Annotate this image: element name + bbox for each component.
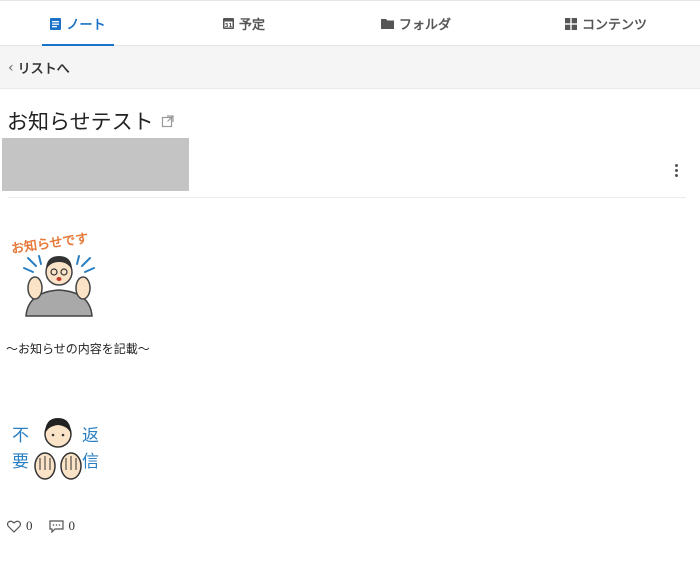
folder-icon xyxy=(380,19,394,29)
like-count: 0 xyxy=(26,518,33,533)
tab-note-label: ノート xyxy=(66,18,106,33)
post-header: お知らせテスト xyxy=(7,106,175,136)
tab-bar: ノート 31 予定 フォルダ コンテンツ xyxy=(0,0,700,46)
tab-contents-label: コンテンツ xyxy=(581,18,647,33)
illustration-char: 不 xyxy=(12,426,29,446)
tab-folder-label: フォルダ xyxy=(398,18,451,33)
author-info-placeholder xyxy=(2,138,189,191)
illustration-char: 要 xyxy=(12,452,29,472)
post-title: お知らせテスト xyxy=(7,110,154,134)
kebab-menu-icon[interactable] xyxy=(668,160,684,180)
tab-folder[interactable]: フォルダ xyxy=(374,1,458,46)
back-bar: ‹ リストへ xyxy=(0,46,700,89)
like-button[interactable]: 0 xyxy=(7,518,33,534)
post-body: 〜お知らせの内容を記載〜 xyxy=(6,342,150,356)
tab-contents[interactable]: コンテンツ xyxy=(558,1,654,46)
reactions-bar: 0 0 xyxy=(7,518,75,534)
illustration-char: 信 xyxy=(82,452,99,472)
announcement-illustration: お知らせです xyxy=(10,230,95,317)
calendar-icon: 31 xyxy=(222,18,234,29)
svg-text:31: 31 xyxy=(225,23,233,29)
comment-icon xyxy=(48,519,64,533)
comment-button[interactable]: 0 xyxy=(48,518,76,534)
illustration-char: 返 xyxy=(82,426,99,446)
note-icon xyxy=(50,17,62,30)
grid-icon xyxy=(564,17,577,30)
external-link-icon[interactable] xyxy=(161,114,175,128)
no-reply-needed-illustration: 不 要 返 信 xyxy=(12,418,99,480)
comment-count: 0 xyxy=(68,518,76,533)
back-to-list-link[interactable]: ‹ リストへ xyxy=(8,58,70,78)
tab-schedule[interactable]: 31 予定 xyxy=(214,1,274,46)
illustration-text: お知らせです xyxy=(10,230,89,257)
divider xyxy=(8,197,686,198)
heart-icon xyxy=(7,520,21,533)
back-label: リストへ xyxy=(17,62,70,77)
tab-schedule-label: 予定 xyxy=(238,18,265,33)
tab-note[interactable]: ノート xyxy=(42,1,114,46)
chevron-left-icon: ‹ xyxy=(8,59,14,76)
